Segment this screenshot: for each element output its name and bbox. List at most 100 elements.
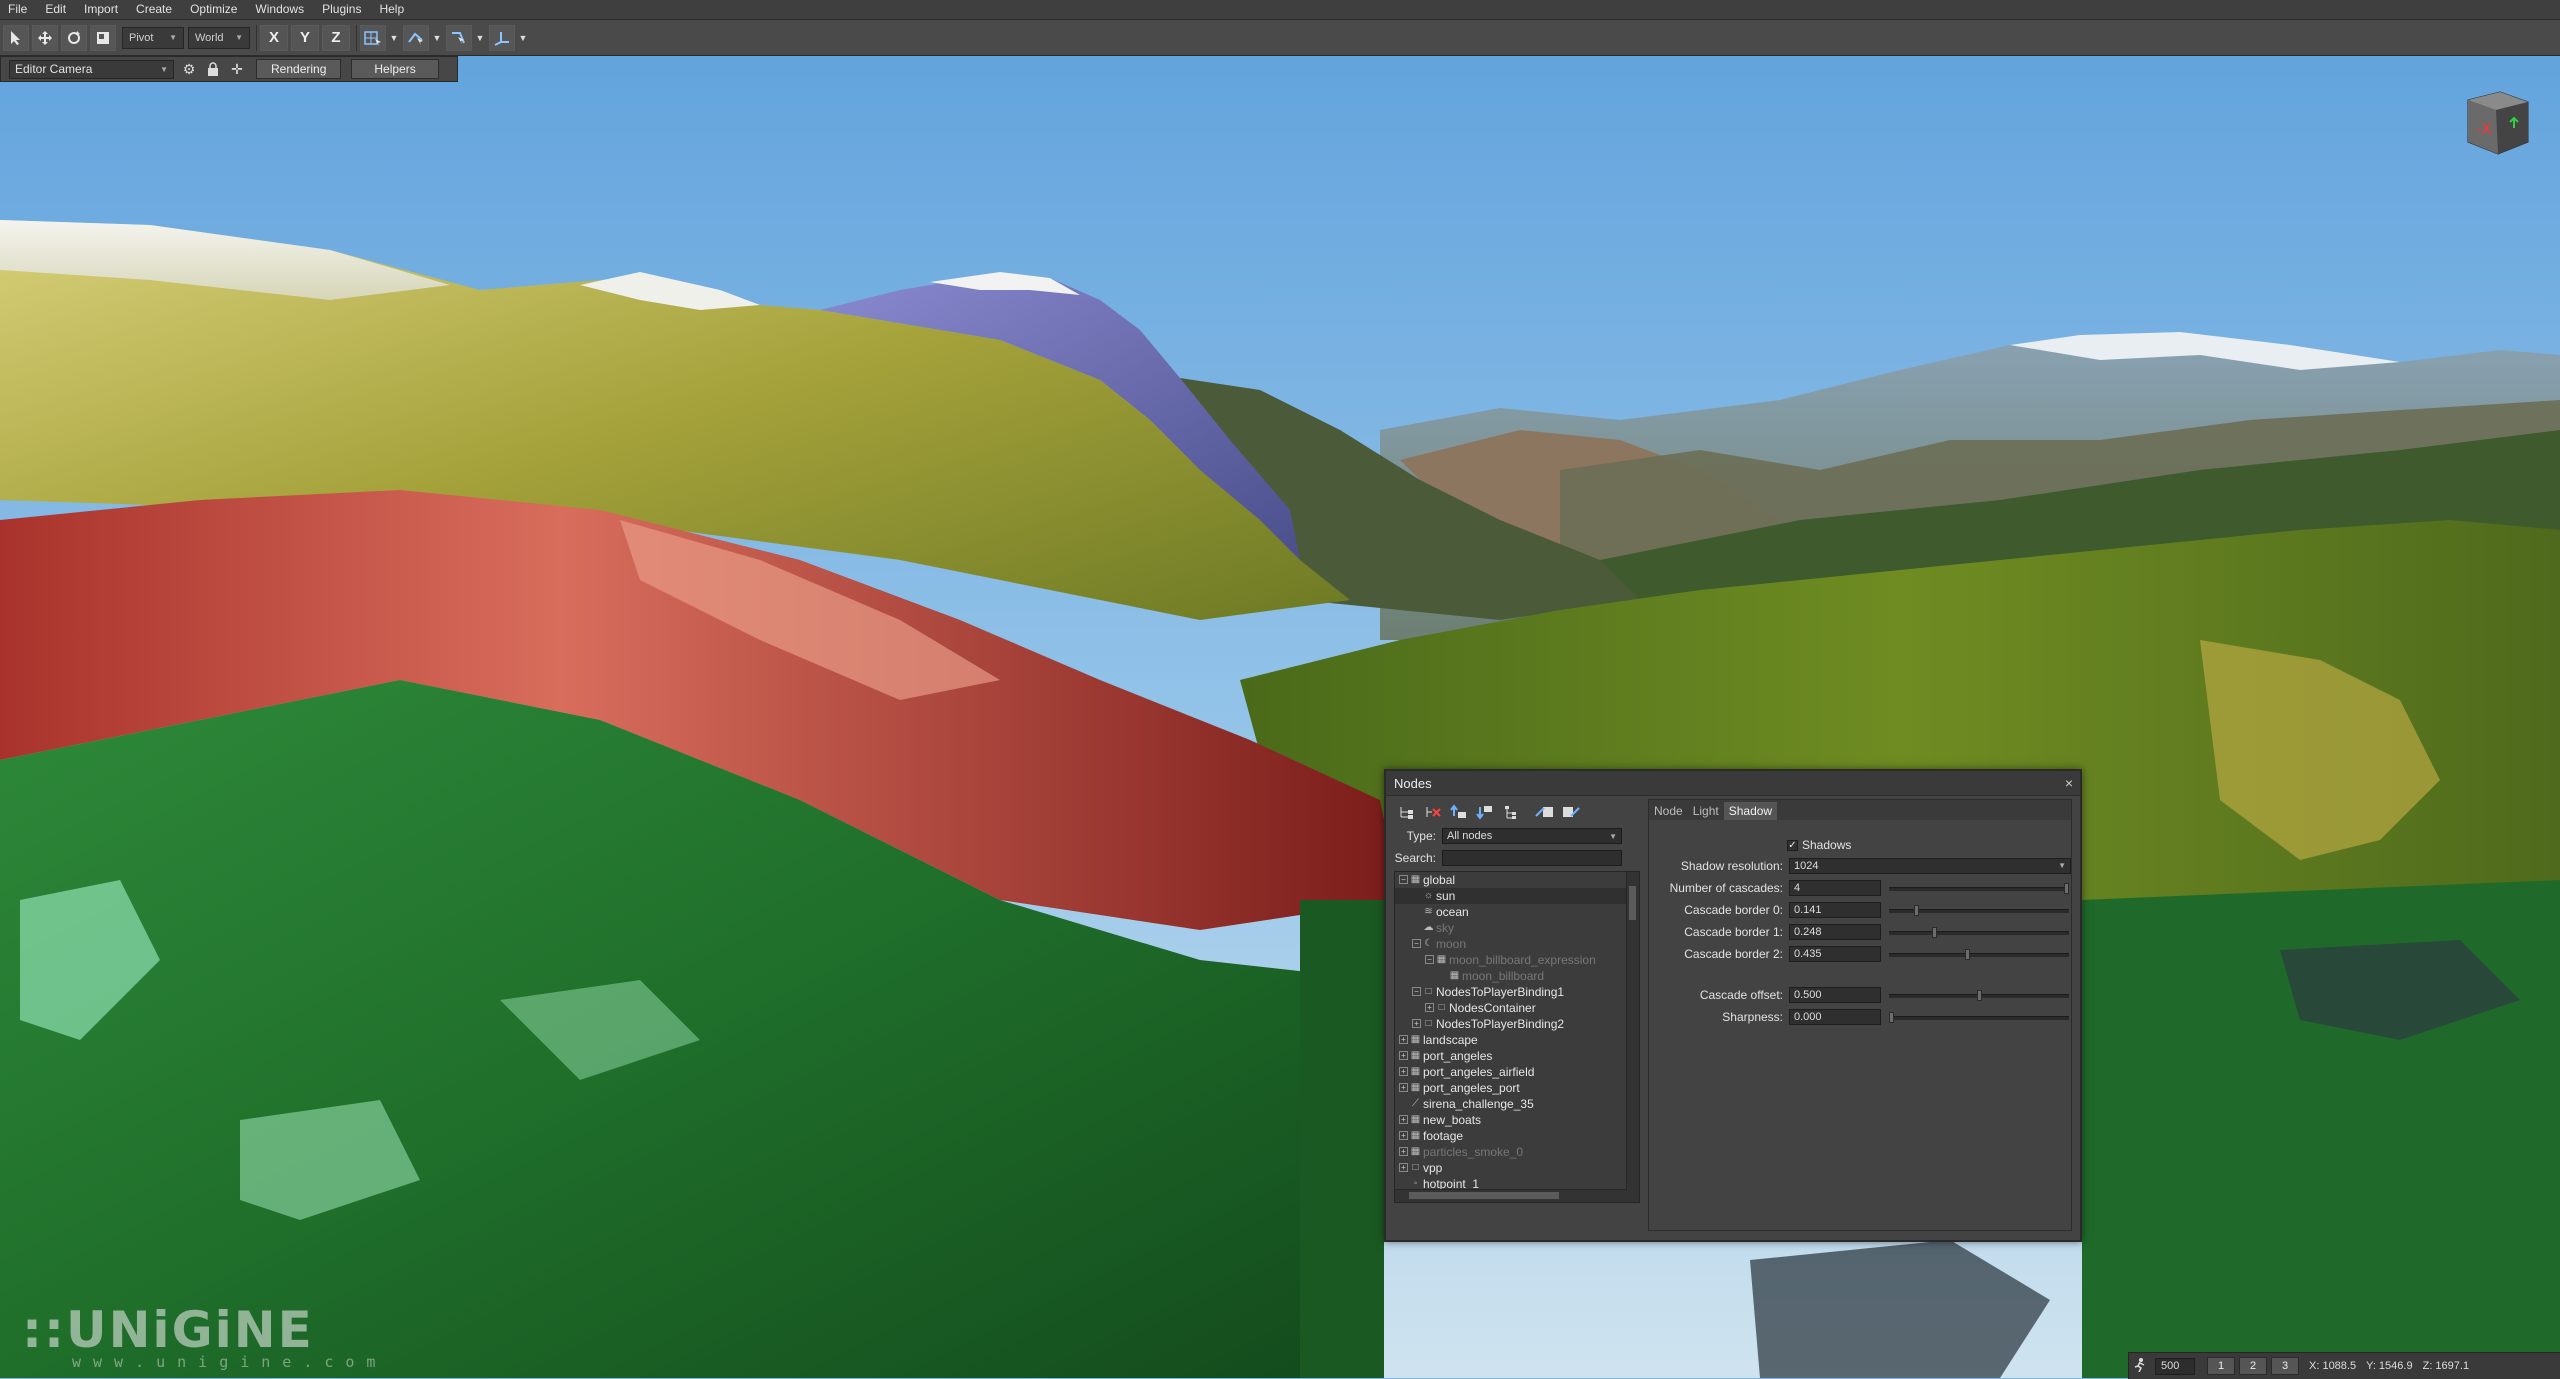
camera-speed-input[interactable]: 500 (2155, 1357, 2195, 1375)
tree-item[interactable]: + □ vpp (1395, 1160, 1639, 1176)
speed-preset-2-button[interactable]: 2 (2239, 1357, 2267, 1375)
rendering-button[interactable]: Rendering (256, 59, 342, 79)
expand-icon[interactable]: + (1399, 1147, 1408, 1156)
axis-y-button[interactable]: Y (291, 24, 319, 51)
tree-item[interactable]: ▦ moon_billboard (1395, 968, 1639, 984)
type-select[interactable]: All nodes ▼ (1442, 828, 1622, 844)
tree-item[interactable]: + □ NodesContainer (1395, 1000, 1639, 1016)
expand-icon[interactable]: + (1412, 1019, 1421, 1028)
collapse-icon[interactable]: − (1412, 939, 1421, 948)
menu-plugins[interactable]: Plugins (313, 0, 370, 19)
collapse-icon[interactable]: − (1425, 955, 1434, 964)
search-input[interactable] (1442, 850, 1622, 866)
chevron-down-icon[interactable]: ▼ (431, 33, 443, 43)
scrollbar-thumb[interactable] (1629, 886, 1636, 920)
expand-icon[interactable]: + (1399, 1035, 1408, 1044)
tree-item[interactable]: ≋ ocean (1395, 904, 1639, 920)
select-tool-button[interactable] (3, 24, 29, 51)
hierarchy-icon[interactable] (1498, 800, 1524, 824)
tree-item[interactable]: − ▦ moon_billboard_expression (1395, 952, 1639, 968)
nodes-titlebar[interactable]: Nodes × (1386, 771, 2080, 796)
collapse-icon[interactable]: − (1412, 987, 1421, 996)
tree-item[interactable]: + ▦ port_angeles_airfield (1395, 1064, 1639, 1080)
scale-tool-button[interactable] (90, 24, 116, 51)
delete-node-icon[interactable] (1420, 800, 1446, 824)
rotate-tool-button[interactable] (61, 24, 87, 51)
tree-vertical-scrollbar[interactable] (1626, 872, 1639, 1202)
helpers-button[interactable]: Helpers (351, 59, 439, 79)
chevron-down-icon[interactable]: ▼ (474, 33, 486, 43)
slider-knob[interactable] (1965, 949, 1970, 960)
crosshair-icon[interactable]: ✛ (228, 60, 246, 78)
snap-vertex-button[interactable] (446, 24, 472, 51)
cascade-offset-input[interactable]: 0.500 (1789, 987, 1881, 1003)
cascades-slider[interactable] (1889, 883, 2069, 894)
viewport[interactable] (0, 0, 2560, 1378)
sharpness-slider[interactable] (1889, 1012, 2069, 1023)
cascade-offset-slider[interactable] (1889, 990, 2069, 1001)
chevron-down-icon[interactable]: ▼ (388, 33, 400, 43)
shadows-checkbox[interactable]: ✓ (1787, 839, 1798, 851)
move-up-icon[interactable] (1446, 800, 1472, 824)
scrollbar-thumb[interactable] (1409, 1192, 1559, 1199)
tree-item[interactable]: + ▦ particles_smoke_0 (1395, 1144, 1639, 1160)
chevron-down-icon[interactable]: ▼ (517, 33, 529, 43)
expand-icon[interactable]: + (1399, 1163, 1408, 1172)
slider-knob[interactable] (1889, 1012, 1894, 1023)
menu-windows[interactable]: Windows (246, 0, 313, 19)
close-icon[interactable]: × (2058, 775, 2080, 791)
tree-item[interactable]: − ▦ global (1395, 872, 1639, 888)
speed-preset-3-button[interactable]: 3 (2271, 1357, 2299, 1375)
tree-item[interactable]: ⟋ sirena_challenge_35 (1395, 1096, 1639, 1112)
camera-select[interactable]: Editor Camera ▼ (9, 59, 174, 79)
menu-help[interactable]: Help (370, 0, 413, 19)
tree-item[interactable]: + ▦ port_angeles_port (1395, 1080, 1639, 1096)
speed-preset-1-button[interactable]: 1 (2207, 1357, 2235, 1375)
tree-item[interactable]: ☼ sun (1395, 888, 1639, 904)
shadow-resolution-select[interactable]: 1024 ▼ (1789, 858, 2071, 874)
tree-item[interactable]: − ☾ moon (1395, 936, 1639, 952)
tree-item[interactable]: + ▦ port_angeles (1395, 1048, 1639, 1064)
import-node-icon[interactable] (1532, 800, 1558, 824)
cascade-border-1-input[interactable]: 0.248 (1789, 924, 1881, 940)
slider-knob[interactable] (2064, 883, 2069, 894)
lock-icon[interactable] (204, 60, 222, 78)
gear-icon[interactable]: ⚙ (180, 60, 198, 78)
view-cube[interactable]: -X (2462, 88, 2532, 156)
axis-z-button[interactable]: Z (322, 24, 350, 51)
cascades-input[interactable]: 4 (1789, 880, 1881, 896)
export-node-icon[interactable] (1558, 800, 1584, 824)
world-select[interactable]: World ▼ (188, 26, 250, 49)
cascade-border-2-slider[interactable] (1889, 949, 2069, 960)
expand-icon[interactable]: + (1399, 1083, 1408, 1092)
slider-knob[interactable] (1977, 990, 1982, 1001)
snap-grid-button[interactable] (360, 24, 386, 51)
cascade-border-2-input[interactable]: 0.435 (1789, 946, 1881, 962)
tree-item[interactable]: + ▦ landscape (1395, 1032, 1639, 1048)
menu-optimize[interactable]: Optimize (181, 0, 246, 19)
expand-icon[interactable]: + (1399, 1067, 1408, 1076)
expand-icon[interactable]: + (1425, 1003, 1434, 1012)
cascade-border-0-slider[interactable] (1889, 905, 2069, 916)
menu-import[interactable]: Import (75, 0, 127, 19)
sharpness-input[interactable]: 0.000 (1789, 1009, 1881, 1025)
expand-icon[interactable]: + (1399, 1051, 1408, 1060)
tab-node[interactable]: Node (1649, 802, 1688, 820)
tree-item[interactable]: + ▦ footage (1395, 1128, 1639, 1144)
slider-knob[interactable] (1914, 905, 1919, 916)
expand-icon[interactable]: + (1399, 1115, 1408, 1124)
collapse-icon[interactable]: − (1399, 875, 1408, 884)
axis-x-button[interactable]: X (260, 24, 288, 51)
tree-horizontal-scrollbar[interactable] (1395, 1189, 1627, 1202)
tree-item[interactable]: − □ NodesToPlayerBinding1 (1395, 984, 1639, 1000)
move-down-icon[interactable] (1472, 800, 1498, 824)
axis-gizmo-button[interactable] (489, 24, 515, 51)
tree-item[interactable]: + ▦ new_boats (1395, 1112, 1639, 1128)
menu-create[interactable]: Create (127, 0, 181, 19)
slider-knob[interactable] (1932, 927, 1937, 938)
tab-shadow[interactable]: Shadow (1723, 802, 1778, 820)
tab-light[interactable]: Light (1688, 802, 1724, 820)
move-tool-button[interactable] (32, 24, 58, 51)
cascade-border-0-input[interactable]: 0.141 (1789, 902, 1881, 918)
menu-edit[interactable]: Edit (36, 0, 75, 19)
